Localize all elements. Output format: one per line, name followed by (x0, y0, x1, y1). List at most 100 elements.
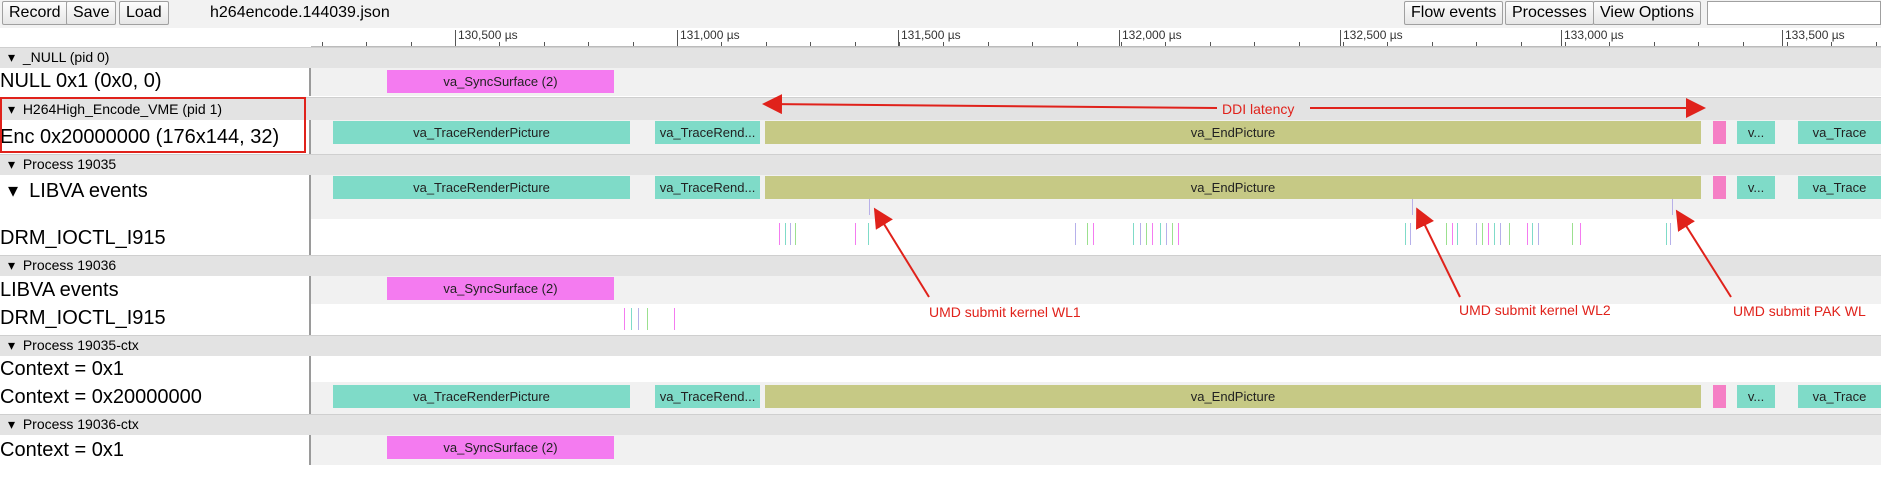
drm-event-tick[interactable] (1152, 223, 1153, 245)
drm-event-tick[interactable] (1494, 223, 1495, 245)
ruler-tick (721, 42, 722, 46)
slice-v-short[interactable]: v... (1737, 121, 1775, 144)
slice-small-pink[interactable] (1713, 385, 1726, 408)
ruler-tick (366, 42, 367, 46)
drm-event-tick[interactable] (1093, 223, 1094, 245)
drm-event-tick[interactable] (1666, 223, 1667, 245)
process-header-19035-ctx[interactable]: ▾ Process 19035-ctx (0, 335, 1881, 356)
drm-event-tick[interactable] (1538, 223, 1539, 245)
ruler-tick (1387, 42, 1388, 46)
slice-v-short[interactable]: v... (1737, 176, 1775, 199)
drm-event-tick[interactable] (1452, 223, 1453, 245)
drm-event-tick[interactable] (855, 223, 856, 245)
drm-event-tick[interactable] (1527, 223, 1528, 245)
drm-event-tick[interactable] (1482, 223, 1483, 245)
slice-small-pink[interactable] (1713, 121, 1726, 144)
slice-trace-render-picture[interactable]: va_TraceRenderPicture (333, 385, 630, 408)
process-header-null[interactable]: ▾ _NULL (pid 0) (0, 47, 1881, 68)
process-header-19036[interactable]: ▾ Process 19036 (0, 255, 1881, 276)
drm-event-tick[interactable] (1476, 223, 1477, 245)
process-header-19036-ctx[interactable]: ▾ Process 19036-ctx (0, 414, 1881, 435)
slice-trace-render-picture[interactable]: va_TraceRenderPicture (333, 121, 630, 144)
ruler-tick (1165, 42, 1166, 46)
ruler-tick (1254, 42, 1255, 46)
drm-event-tick[interactable] (1133, 223, 1134, 245)
slice-end-picture[interactable]: va_EndPicture (765, 176, 1701, 199)
drm-event-tick[interactable] (795, 223, 796, 245)
drm-event-tick[interactable] (1410, 223, 1411, 245)
thread-row-context-0x1: Context = 0x1 (0, 356, 1881, 382)
drm-event-tick[interactable] (647, 308, 648, 330)
slice-v-short[interactable]: v... (1737, 385, 1775, 408)
processes-button[interactable]: Processes (1505, 1, 1594, 25)
ruler-tick (1210, 42, 1211, 46)
process-label: ▾ Process 19036-ctx (8, 416, 139, 432)
process-header-19035[interactable]: ▾ Process 19035 (0, 154, 1881, 175)
drm-event-tick[interactable] (1172, 223, 1173, 245)
drm-event-tick[interactable] (1532, 223, 1533, 245)
drm-event-tick[interactable] (785, 223, 786, 245)
slice-trace-render-short[interactable]: va_TraceRend... (655, 385, 760, 408)
drm-event-tick[interactable] (674, 308, 675, 330)
drm-event-tick[interactable] (1405, 223, 1406, 245)
ruler-tick (1343, 42, 1344, 46)
slice-trace-render-short[interactable]: va_TraceRend... (655, 176, 760, 199)
slice-sync-surface[interactable]: va_SyncSurface (2) (387, 277, 614, 300)
thread-row-drm-1: DRM_IOCTL_I915 (0, 219, 1881, 255)
drm-event-tick[interactable] (1075, 223, 1076, 245)
ruler-tick (1787, 42, 1788, 46)
drm-event-tick[interactable] (1146, 223, 1147, 245)
track (311, 304, 1881, 336)
slice-va-trace-cut[interactable]: va_Trace (1798, 385, 1881, 408)
drm-event-tick[interactable] (1509, 223, 1510, 245)
drm-event-tick[interactable] (1087, 223, 1088, 245)
ruler-tick (1609, 42, 1610, 46)
drm-event-tick[interactable] (868, 223, 869, 245)
thread-row-null: NULL 0x1 (0x0, 0) va_SyncSurface (2) (0, 68, 1881, 96)
thread-label: DRM_IOCTL_I915 (0, 307, 166, 329)
flow-events-button[interactable]: Flow events (1404, 1, 1504, 25)
drm-event-tick[interactable] (1500, 223, 1501, 245)
slice-trace-render-short[interactable]: va_TraceRend... (655, 121, 760, 144)
slice-small-pink[interactable] (1713, 176, 1726, 199)
ruler-tick (943, 42, 944, 46)
search-input[interactable] (1707, 1, 1881, 25)
view-options-button[interactable]: View Options (1593, 1, 1701, 25)
drm-event-tick[interactable] (1580, 223, 1581, 245)
ruler-tick (1654, 42, 1655, 46)
ruler-tick (810, 42, 811, 46)
drm-event-tick[interactable] (624, 308, 625, 330)
drm-event-tick[interactable] (1140, 223, 1141, 245)
slice-va-trace-cut[interactable]: va_Trace (1798, 176, 1881, 199)
ruler-tick (1876, 42, 1877, 46)
load-button[interactable]: Load (119, 1, 169, 25)
drm-event-tick[interactable] (631, 308, 632, 330)
drm-event-tick[interactable] (1166, 223, 1167, 245)
ruler-tick (411, 42, 412, 46)
slice-sync-surface[interactable]: va_SyncSurface (2) (387, 436, 614, 459)
drm-event-tick[interactable] (638, 308, 639, 330)
ruler-major-tick (1561, 30, 1562, 46)
ruler-tick-label: 130,500 µs (458, 28, 518, 42)
save-button[interactable]: Save (66, 1, 117, 25)
highlight-box (0, 97, 306, 153)
slice-va-trace-cut[interactable]: va_Trace (1798, 121, 1881, 144)
ruler-tick (766, 42, 767, 46)
slice-sync-surface[interactable]: va_SyncSurface (2) (387, 70, 614, 93)
drm-event-tick[interactable] (1670, 223, 1671, 245)
drm-event-tick[interactable] (1457, 223, 1458, 245)
ruler-major-tick (1119, 30, 1120, 46)
drm-event-tick[interactable] (1178, 223, 1179, 245)
ruler-major-tick (898, 30, 899, 46)
slice-trace-render-picture[interactable]: va_TraceRenderPicture (333, 176, 630, 199)
drm-event-tick[interactable] (779, 223, 780, 245)
slice-end-picture[interactable]: va_EndPicture (765, 121, 1701, 144)
drm-event-tick[interactable] (790, 223, 791, 245)
drm-event-tick[interactable] (1572, 223, 1573, 245)
drm-event-tick[interactable] (1446, 223, 1447, 245)
thread-row-context-0x20000000: Context = 0x20000000 va_TraceRenderPictu… (0, 382, 1881, 414)
drm-event-tick[interactable] (1488, 223, 1489, 245)
record-button[interactable]: Record (2, 1, 68, 25)
drm-event-tick[interactable] (1160, 223, 1161, 245)
slice-end-picture[interactable]: va_EndPicture (765, 385, 1701, 408)
